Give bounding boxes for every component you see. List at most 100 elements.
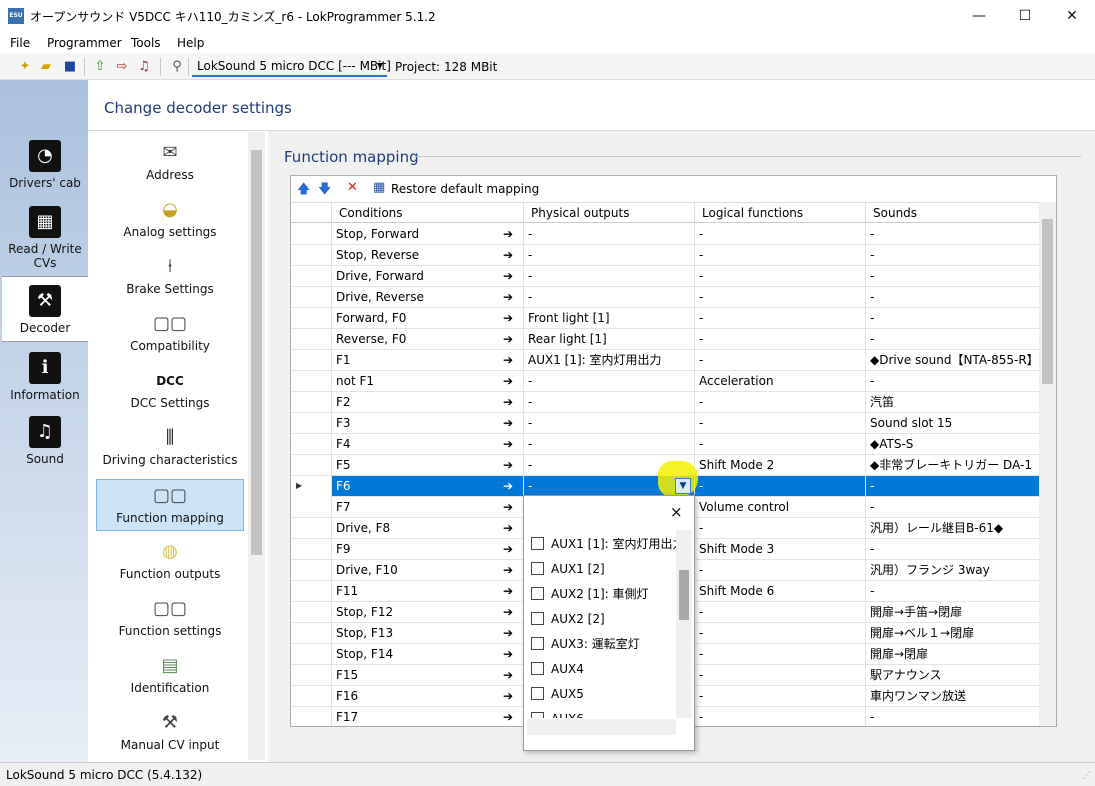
cell-sounds[interactable]: 汎用）フランジ 3way <box>865 560 1039 581</box>
column-header[interactable]: Logical functions <box>694 203 865 224</box>
table-row[interactable]: F4- - ◆ATS-S ➔ <box>291 434 1039 455</box>
table-row[interactable]: F1 AUX1 [1]: 室内灯用出力 - ◆Drive sound【NTA-855-… <box>291 350 1039 371</box>
cell-logical-functions[interactable]: - <box>694 665 865 686</box>
table-row[interactable]: Reverse, F0 Rear light [1] - - ➔ <box>291 329 1039 350</box>
output-option[interactable]: AUX3: 運転室灯 <box>531 634 640 654</box>
cell-sounds[interactable]: - <box>865 287 1039 308</box>
dropdown-scroll-thumb[interactable] <box>679 570 689 620</box>
cell-physical-outputs[interactable]: Front light [1] <box>523 308 694 329</box>
dropdown-scrollbar[interactable] <box>676 530 692 718</box>
checkbox[interactable] <box>531 537 544 550</box>
cell-conditions[interactable]: Stop, F13 <box>331 623 507 644</box>
checkbox[interactable] <box>531 562 544 575</box>
dropdown-toggle-button[interactable]: ▼ <box>675 478 691 494</box>
output-option[interactable]: AUX5 <box>531 684 584 704</box>
nav-decoder[interactable]: ⚒ Decoder <box>2 276 88 342</box>
row-header[interactable] <box>291 434 331 455</box>
category-address[interactable]: ✉ Address <box>96 141 244 182</box>
cell-sounds[interactable]: ◆Drive sound【NTA-855-R】, ... <box>865 350 1039 371</box>
cell-physical-outputs[interactable]: - <box>523 371 694 392</box>
output-option[interactable]: AUX1 [2] <box>531 559 605 579</box>
checkbox[interactable] <box>531 662 544 675</box>
cell-sounds[interactable]: 開扉→閉扉 <box>865 644 1039 665</box>
checkbox[interactable] <box>531 637 544 650</box>
row-header[interactable] <box>291 224 331 245</box>
new-icon[interactable]: ✦ <box>17 59 33 75</box>
save-icon[interactable]: ■ <box>62 59 78 75</box>
column-header[interactable]: Sounds <box>865 203 1039 224</box>
checkbox[interactable] <box>531 687 544 700</box>
row-header[interactable] <box>291 413 331 434</box>
row-header[interactable] <box>291 329 331 350</box>
table-row[interactable]: Stop, Forward - - - ➔ <box>291 224 1039 245</box>
checkbox[interactable] <box>531 712 544 718</box>
cell-conditions[interactable]: Reverse, F0 <box>331 329 507 350</box>
grid-scroll-thumb[interactable] <box>1042 219 1053 384</box>
cell-conditions[interactable]: F7 <box>331 497 507 518</box>
cell-logical-functions[interactable]: Shift Mode 2 <box>694 455 865 476</box>
cell-conditions[interactable]: not F1 <box>331 371 507 392</box>
table-row[interactable]: Stop, Reverse - - - ➔ <box>291 245 1039 266</box>
row-header[interactable] <box>291 518 331 539</box>
cell-sounds[interactable]: - <box>865 224 1039 245</box>
table-row[interactable]: F3- - Sound slot 15 ➔ <box>291 413 1039 434</box>
cell-sounds[interactable]: 汽笛 <box>865 392 1039 413</box>
category-function-outputs[interactable]: ◍ Function outputs <box>96 540 244 581</box>
cell-logical-functions[interactable]: - <box>694 287 865 308</box>
table-row[interactable]: not F1- Acceleration - ➔ <box>291 371 1039 392</box>
cell-physical-outputs[interactable]: - <box>523 245 694 266</box>
category-scroll-thumb[interactable] <box>251 150 262 555</box>
move-up-icon[interactable]: 🡅 <box>297 180 310 202</box>
table-row[interactable]: Forward, F0 Front light [1] - - ➔ <box>291 308 1039 329</box>
resize-grip-icon[interactable]: ⋰ <box>1082 771 1091 781</box>
cell-sounds[interactable]: - <box>865 707 1039 726</box>
column-header[interactable]: Conditions <box>331 203 523 224</box>
menu-programmer[interactable]: Programmer <box>47 36 122 50</box>
cell-sounds[interactable]: ◆非常ブレーキトリガー DA-1 <box>865 455 1039 476</box>
cell-logical-functions[interactable]: - <box>694 329 865 350</box>
cell-logical-functions[interactable]: - <box>694 602 865 623</box>
cell-conditions[interactable]: F9 <box>331 539 507 560</box>
decoder-select[interactable]: LokSound 5 micro DCC [--- MBit] ▼ <box>192 57 391 77</box>
cell-conditions[interactable]: Drive, F10 <box>331 560 507 581</box>
delete-icon[interactable]: ✕ <box>347 180 358 195</box>
cell-conditions[interactable]: F17 <box>331 707 507 726</box>
cell-physical-outputs[interactable]: - <box>523 224 694 245</box>
column-header[interactable]: Physical outputs <box>523 203 694 224</box>
cell-logical-functions[interactable]: - <box>694 308 865 329</box>
category-function-settings[interactable]: ▢▢ Function settings <box>96 597 244 638</box>
close-button[interactable]: ✕ <box>1049 0 1095 32</box>
cell-conditions[interactable]: F16 <box>331 686 507 707</box>
row-header[interactable] <box>291 560 331 581</box>
cell-sounds[interactable]: 駅アナウンス <box>865 665 1039 686</box>
cell-physical-outputs[interactable]: - <box>523 287 694 308</box>
category-manual-cv-input[interactable]: ⚒ Manual CV input <box>96 711 244 752</box>
nav-information[interactable]: ℹ Information <box>2 352 88 402</box>
row-header[interactable] <box>291 371 331 392</box>
row-header[interactable] <box>291 581 331 602</box>
row-header[interactable] <box>291 392 331 413</box>
cell-logical-functions[interactable]: - <box>694 644 865 665</box>
current-row-indicator-icon[interactable]: ▶ <box>291 476 331 497</box>
cell-physical-outputs[interactable]: - <box>523 413 694 434</box>
cell-conditions[interactable]: F15 <box>331 665 507 686</box>
cell-logical-functions[interactable]: Shift Mode 6 <box>694 581 865 602</box>
cell-logical-functions[interactable]: - <box>694 266 865 287</box>
write-sound-icon[interactable]: ♫ <box>136 59 152 75</box>
nav-read-write-cvs[interactable]: ▦ Read / Write CVs <box>2 206 88 270</box>
cell-conditions[interactable]: Drive, F8 <box>331 518 507 539</box>
dropdown-horizontal-scrollbar[interactable] <box>527 719 676 735</box>
cell-sounds[interactable]: - <box>865 245 1039 266</box>
menu-help[interactable]: Help <box>177 36 204 50</box>
row-header[interactable] <box>291 266 331 287</box>
menu-file[interactable]: File <box>10 36 30 50</box>
cell-conditions[interactable]: Stop, Reverse <box>331 245 507 266</box>
open-icon[interactable]: ▰ <box>38 59 54 75</box>
maximize-button[interactable]: ☐ <box>1002 0 1048 32</box>
category-analog-settings[interactable]: ◒ Analog settings <box>96 198 244 239</box>
cell-logical-functions[interactable]: - <box>694 392 865 413</box>
cell-sounds[interactable]: - <box>865 476 1039 497</box>
move-down-icon[interactable]: 🡇 <box>318 180 331 202</box>
cell-conditions[interactable]: Stop, Forward <box>331 224 507 245</box>
table-row[interactable]: F2- - 汽笛 ➔ <box>291 392 1039 413</box>
